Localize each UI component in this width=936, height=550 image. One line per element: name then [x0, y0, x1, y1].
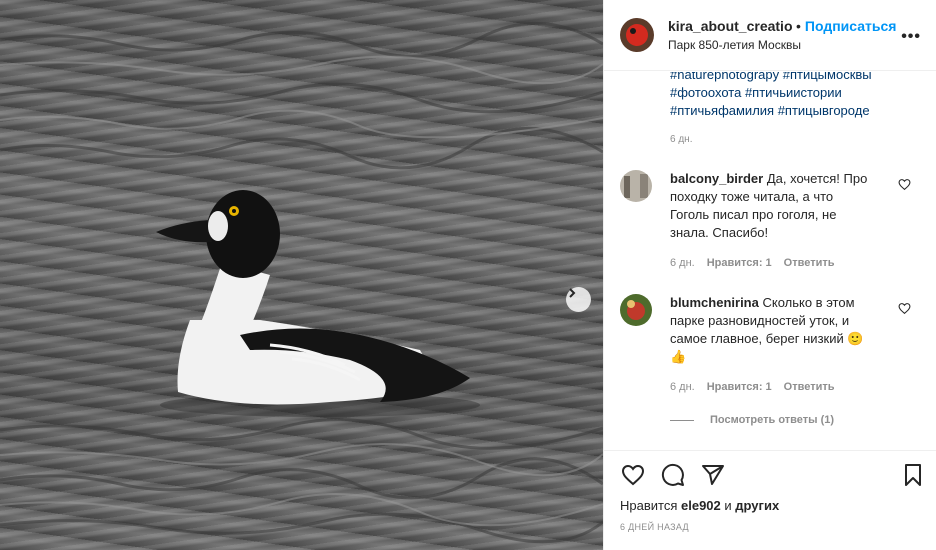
commenter-avatar[interactable] [620, 294, 652, 326]
share-icon[interactable] [700, 463, 726, 487]
comment-body: blumchenirina Сколько в этом парке разно… [670, 294, 870, 366]
post-side-panel: kira_about_creation • Подписаться Парк 8… [603, 0, 936, 550]
commenter-avatar[interactable] [620, 170, 652, 202]
hashtag-line[interactable]: #naturephotograpy #птицымосквы [670, 72, 920, 84]
commenter-avatar-image [620, 170, 652, 202]
author-avatar-image [620, 18, 654, 52]
comment-username[interactable]: blumchenirina [670, 295, 759, 310]
post-photo[interactable] [0, 0, 603, 550]
goldeneye-duck-image [0, 21, 603, 544]
likes-others-link[interactable]: других [735, 498, 779, 513]
more-icon[interactable]: ••• [901, 28, 921, 46]
liker-username[interactable]: ele902 [681, 498, 721, 513]
hashtag-line[interactable]: #фотоохота #птичьиистории [670, 84, 920, 102]
post-header: kira_about_creation • Подписаться Парк 8… [604, 0, 936, 71]
view-replies-button[interactable]: Посмотреть ответы (1) [670, 414, 834, 426]
view-replies-label: Посмотреть ответы (1) [710, 414, 835, 426]
next-photo-button[interactable] [566, 287, 591, 312]
post-location[interactable]: Парк 850-летия Москвы [668, 38, 898, 52]
hashtag-line[interactable]: #птичьяфамилия #птицывгороде [670, 102, 920, 120]
reply-button[interactable]: Ответить [784, 257, 835, 269]
comment-likes[interactable]: Нравится: 1 [707, 381, 772, 393]
comment-time: 6 дн. [670, 381, 695, 393]
follow-button[interactable]: Подписаться [805, 18, 897, 34]
likes-prefix: Нравится [620, 498, 678, 513]
chevron-right-icon [569, 288, 576, 298]
heart-icon[interactable] [620, 463, 646, 487]
comment-body: balcony_birder Да, хочется! Про походку … [670, 170, 870, 242]
post-time[interactable]: 6 дней назад [620, 522, 689, 532]
comment-username[interactable]: balcony_birder [670, 171, 763, 186]
comments-list[interactable]: #naturephotograpy #птицымосквы #фотоохот… [604, 72, 936, 450]
comment-like-heart-icon[interactable] [898, 302, 911, 315]
comment-meta: 6 дн. Нравится: 1 Ответить [670, 257, 835, 269]
instagram-post: kira_about_creation • Подписаться Парк 8… [0, 0, 936, 550]
reply-button[interactable]: Ответить [784, 381, 835, 393]
header-text: kira_about_creation • Подписаться Парк 8… [668, 18, 898, 52]
comment-likes[interactable]: Нравится: 1 [707, 257, 772, 269]
comment-like-heart-icon[interactable] [898, 178, 911, 191]
comment-time: 6 дн. [670, 257, 695, 269]
bookmark-icon[interactable] [901, 463, 925, 487]
likes-summary: Нравится ele902 и других [620, 498, 779, 513]
caption-time: 6 дн. [670, 134, 693, 145]
caption-hashtags: #naturephotograpy #птицымосквы #фотоохот… [670, 72, 920, 120]
likes-and: и [724, 498, 732, 513]
header-separator: • [796, 18, 801, 34]
author-avatar[interactable] [620, 18, 654, 52]
post-actions: Нравится ele902 и других 6 дней назад [604, 450, 936, 550]
comment-meta: 6 дн. Нравится: 1 Ответить [670, 381, 835, 393]
commenter-avatar-image [620, 294, 652, 326]
action-icons [620, 463, 925, 489]
comment-icon[interactable] [660, 463, 686, 487]
replies-divider-line [670, 419, 694, 421]
author-username[interactable]: kira_about_creation [668, 18, 792, 34]
